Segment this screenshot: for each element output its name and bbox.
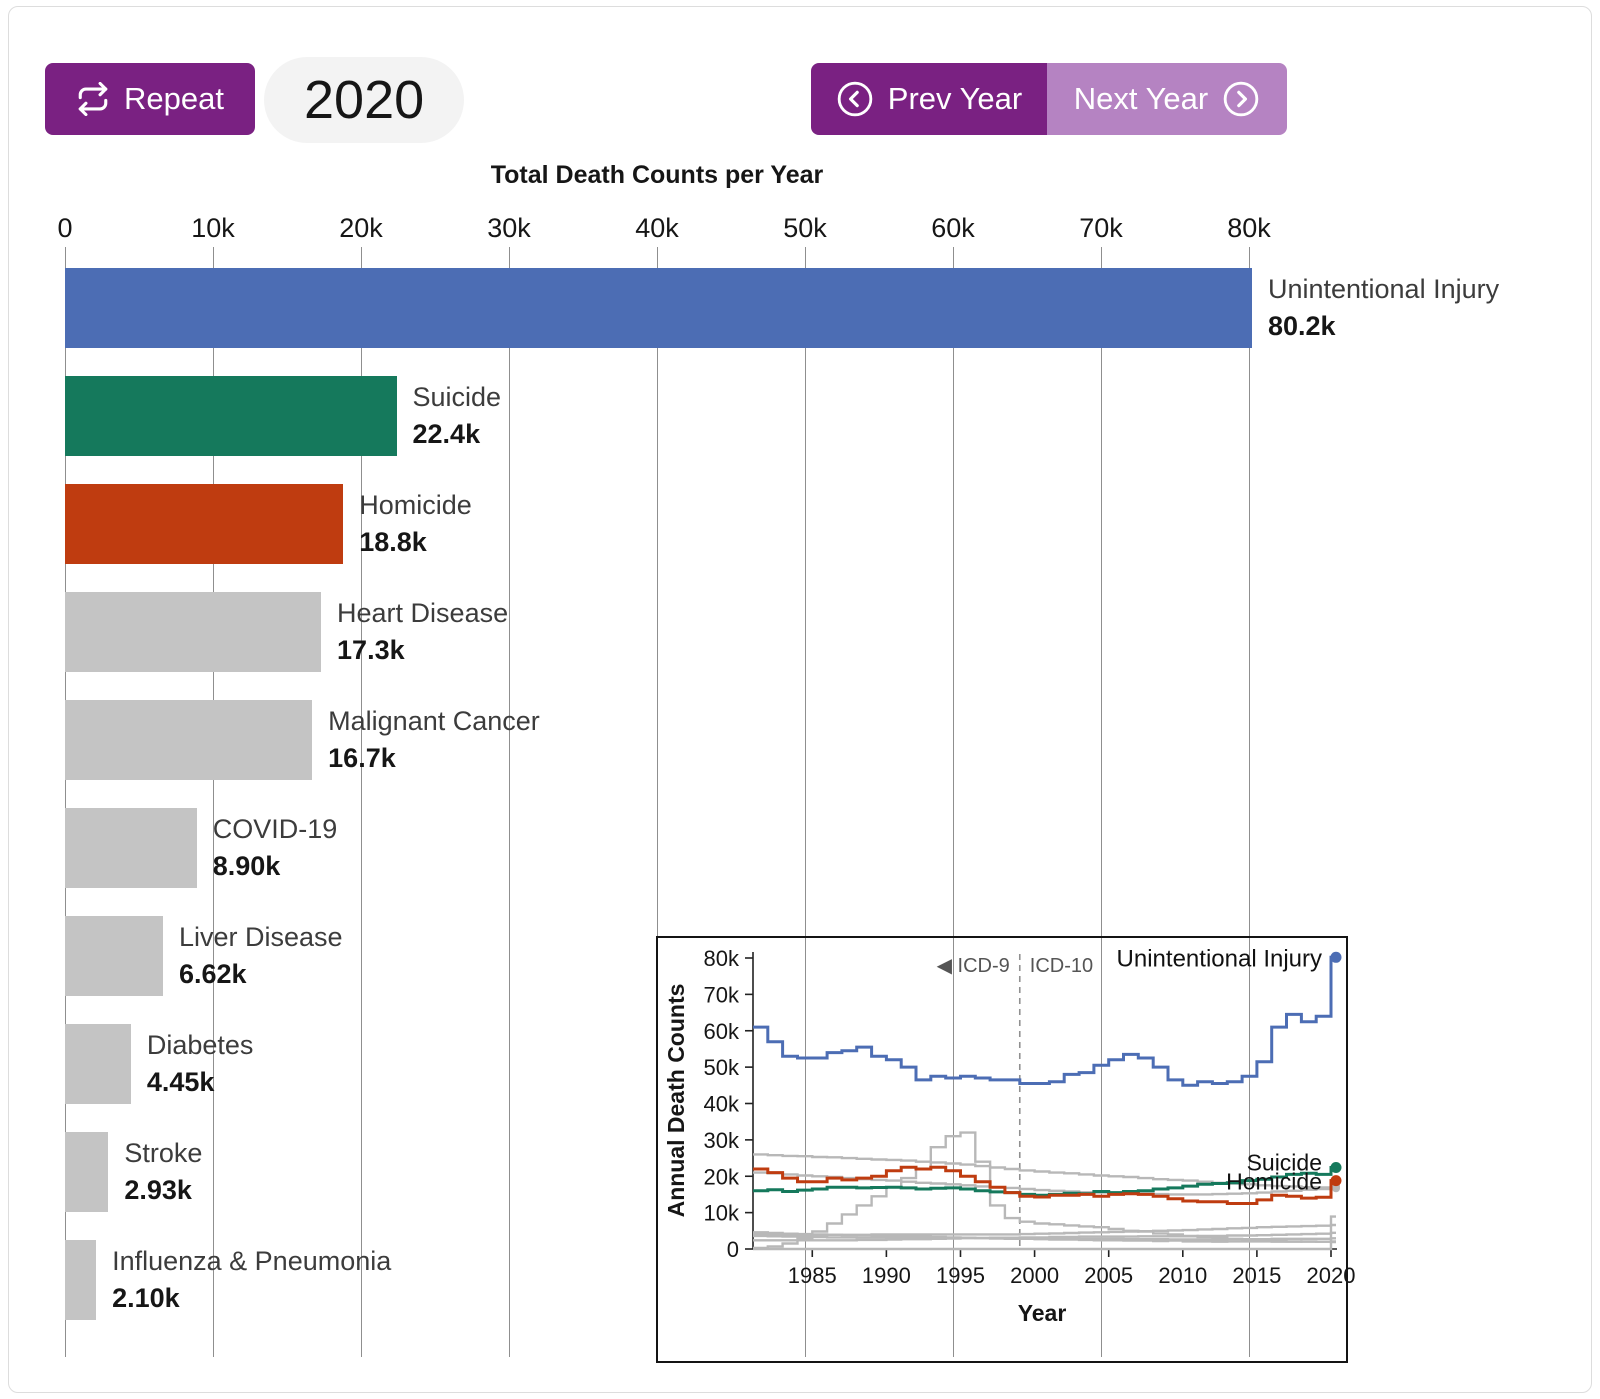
inset-y-tick-label: 60k: [704, 1019, 740, 1044]
bar-name: Homicide: [359, 490, 472, 520]
bar-heart-disease: [65, 592, 322, 672]
bar-value: 2.93k: [124, 1175, 192, 1205]
inset-y-tick-label: 50k: [704, 1055, 740, 1080]
bar-name: Liver Disease: [178, 922, 343, 952]
inset-xlabel: Year: [1018, 1300, 1067, 1326]
x-axis-tick-10k: 10k: [191, 213, 235, 243]
app-card: Repeat 2020 Prev Year Next Year Total De…: [8, 6, 1592, 1393]
bar-homicide: [65, 484, 344, 564]
end-dot-homicide: [1330, 1175, 1342, 1187]
x-axis-tick-0: 0: [57, 213, 73, 243]
inset-ylabel: Annual Death Counts: [663, 984, 689, 1218]
bar-stroke: [65, 1132, 109, 1212]
bar-value: 22.4k: [412, 419, 481, 449]
inset-y-tick-label: 20k: [704, 1164, 740, 1189]
bar-name: Suicide: [412, 382, 502, 412]
series-label-unintentional-injury: Unintentional Injury: [1117, 945, 1322, 972]
inset-x-tick-label: 1995: [936, 1263, 985, 1288]
inset-chart-svg: 0 10k 20k 30k 40k 50k 60k 70k 80k 1985 1990 1995 200…: [663, 945, 1355, 1326]
bar-label-malignant-cancer: Malignant Cancer 16.7k: [328, 703, 540, 777]
bar-name: COVID-19: [212, 814, 338, 844]
bar-influenza-pneumonia: [65, 1240, 97, 1320]
inset-x-tick-label: 1985: [788, 1263, 837, 1288]
bar-name: Unintentional Injury: [1267, 274, 1500, 304]
bar-covid-19: [65, 808, 197, 888]
bar-label-unintentional-injury: Unintentional Injury 80.2k: [1268, 271, 1499, 345]
bar-label-liver-disease: Liver Disease 6.62k: [179, 919, 343, 993]
icd9-label: ◀ ICD-9: [937, 955, 1010, 977]
x-axis-tick-70k: 70k: [1079, 213, 1123, 243]
inset-y-tick-label: 10k: [704, 1201, 740, 1226]
bar-liver-disease: [65, 916, 163, 996]
end-dot-unintentional-injury: [1330, 951, 1342, 963]
bar-value: 6.62k: [178, 959, 247, 989]
bar-label-stroke: Stroke 2.93k: [124, 1135, 202, 1209]
x-axis-tick-60k: 60k: [931, 213, 975, 243]
end-dot-suicide: [1330, 1162, 1342, 1173]
inset-y-tick-label: 0: [727, 1237, 739, 1262]
bar-unintentional-injury: [65, 268, 1252, 348]
bar-label-suicide: Suicide 22.4k: [413, 379, 502, 453]
inset-y-tick-label: 30k: [704, 1128, 740, 1153]
bar-label-diabetes: Diabetes 4.45k: [147, 1027, 254, 1101]
icd10-label: ICD-10: [1030, 955, 1093, 977]
inset-x-tick-label: 2020: [1307, 1263, 1356, 1288]
inset-x-tick-label: 2000: [1010, 1263, 1059, 1288]
x-axis-tick-40k: 40k: [635, 213, 679, 243]
line-series-gray-4: [753, 1223, 1336, 1236]
x-axis-tick-80k: 80k: [1227, 213, 1271, 243]
inset-line-chart: 0 10k 20k 30k 40k 50k 60k 70k 80k 1985 1990 1995 200…: [656, 936, 1355, 1363]
inset-y-tick-label: 70k: [704, 982, 740, 1007]
bar-suicide: [65, 376, 397, 456]
bar-value: 80.2k: [1267, 311, 1336, 341]
x-axis-tick-20k: 20k: [339, 213, 383, 243]
bar-name: Heart Disease: [337, 598, 509, 628]
bar-diabetes: [65, 1024, 131, 1104]
bar-value: 8.90k: [212, 851, 281, 881]
bar-label-heart-disease: Heart Disease 17.3k: [337, 595, 508, 669]
bar-name: Influenza & Pneumonia: [112, 1246, 392, 1276]
inset-x-tick-label: 2015: [1232, 1263, 1281, 1288]
inset-y-tick-label: 40k: [704, 1092, 740, 1117]
x-axis-tick-50k: 50k: [783, 213, 827, 243]
bar-label-covid-19: COVID-19 8.90k: [213, 811, 338, 885]
series-label-homicide: Homicide: [1226, 1169, 1322, 1195]
bar-name: Malignant Cancer: [328, 706, 540, 736]
bar-malignant-cancer: [65, 700, 313, 780]
inset-x-tick-label: 2010: [1158, 1263, 1207, 1288]
bar-label-influenza-pneumonia: Influenza & Pneumonia 2.10k: [112, 1243, 391, 1317]
bar-name: Stroke: [124, 1138, 203, 1168]
x-axis-tick-30k: 30k: [487, 213, 531, 243]
bar-value: 4.45k: [146, 1067, 215, 1097]
inset-x-tick-label: 1990: [862, 1263, 911, 1288]
inset-x-tick-label: 2005: [1084, 1263, 1133, 1288]
bar-value: 16.7k: [328, 743, 396, 773]
inset-y-tick-label: 80k: [704, 946, 740, 971]
bar-label-homicide: Homicide 18.8k: [359, 487, 472, 561]
gridline-30k: [509, 247, 510, 1357]
bar-name: Diabetes: [146, 1030, 254, 1060]
bar-value: 17.3k: [337, 635, 405, 665]
bar-value: 2.10k: [112, 1283, 180, 1313]
bar-value: 18.8k: [359, 527, 427, 557]
